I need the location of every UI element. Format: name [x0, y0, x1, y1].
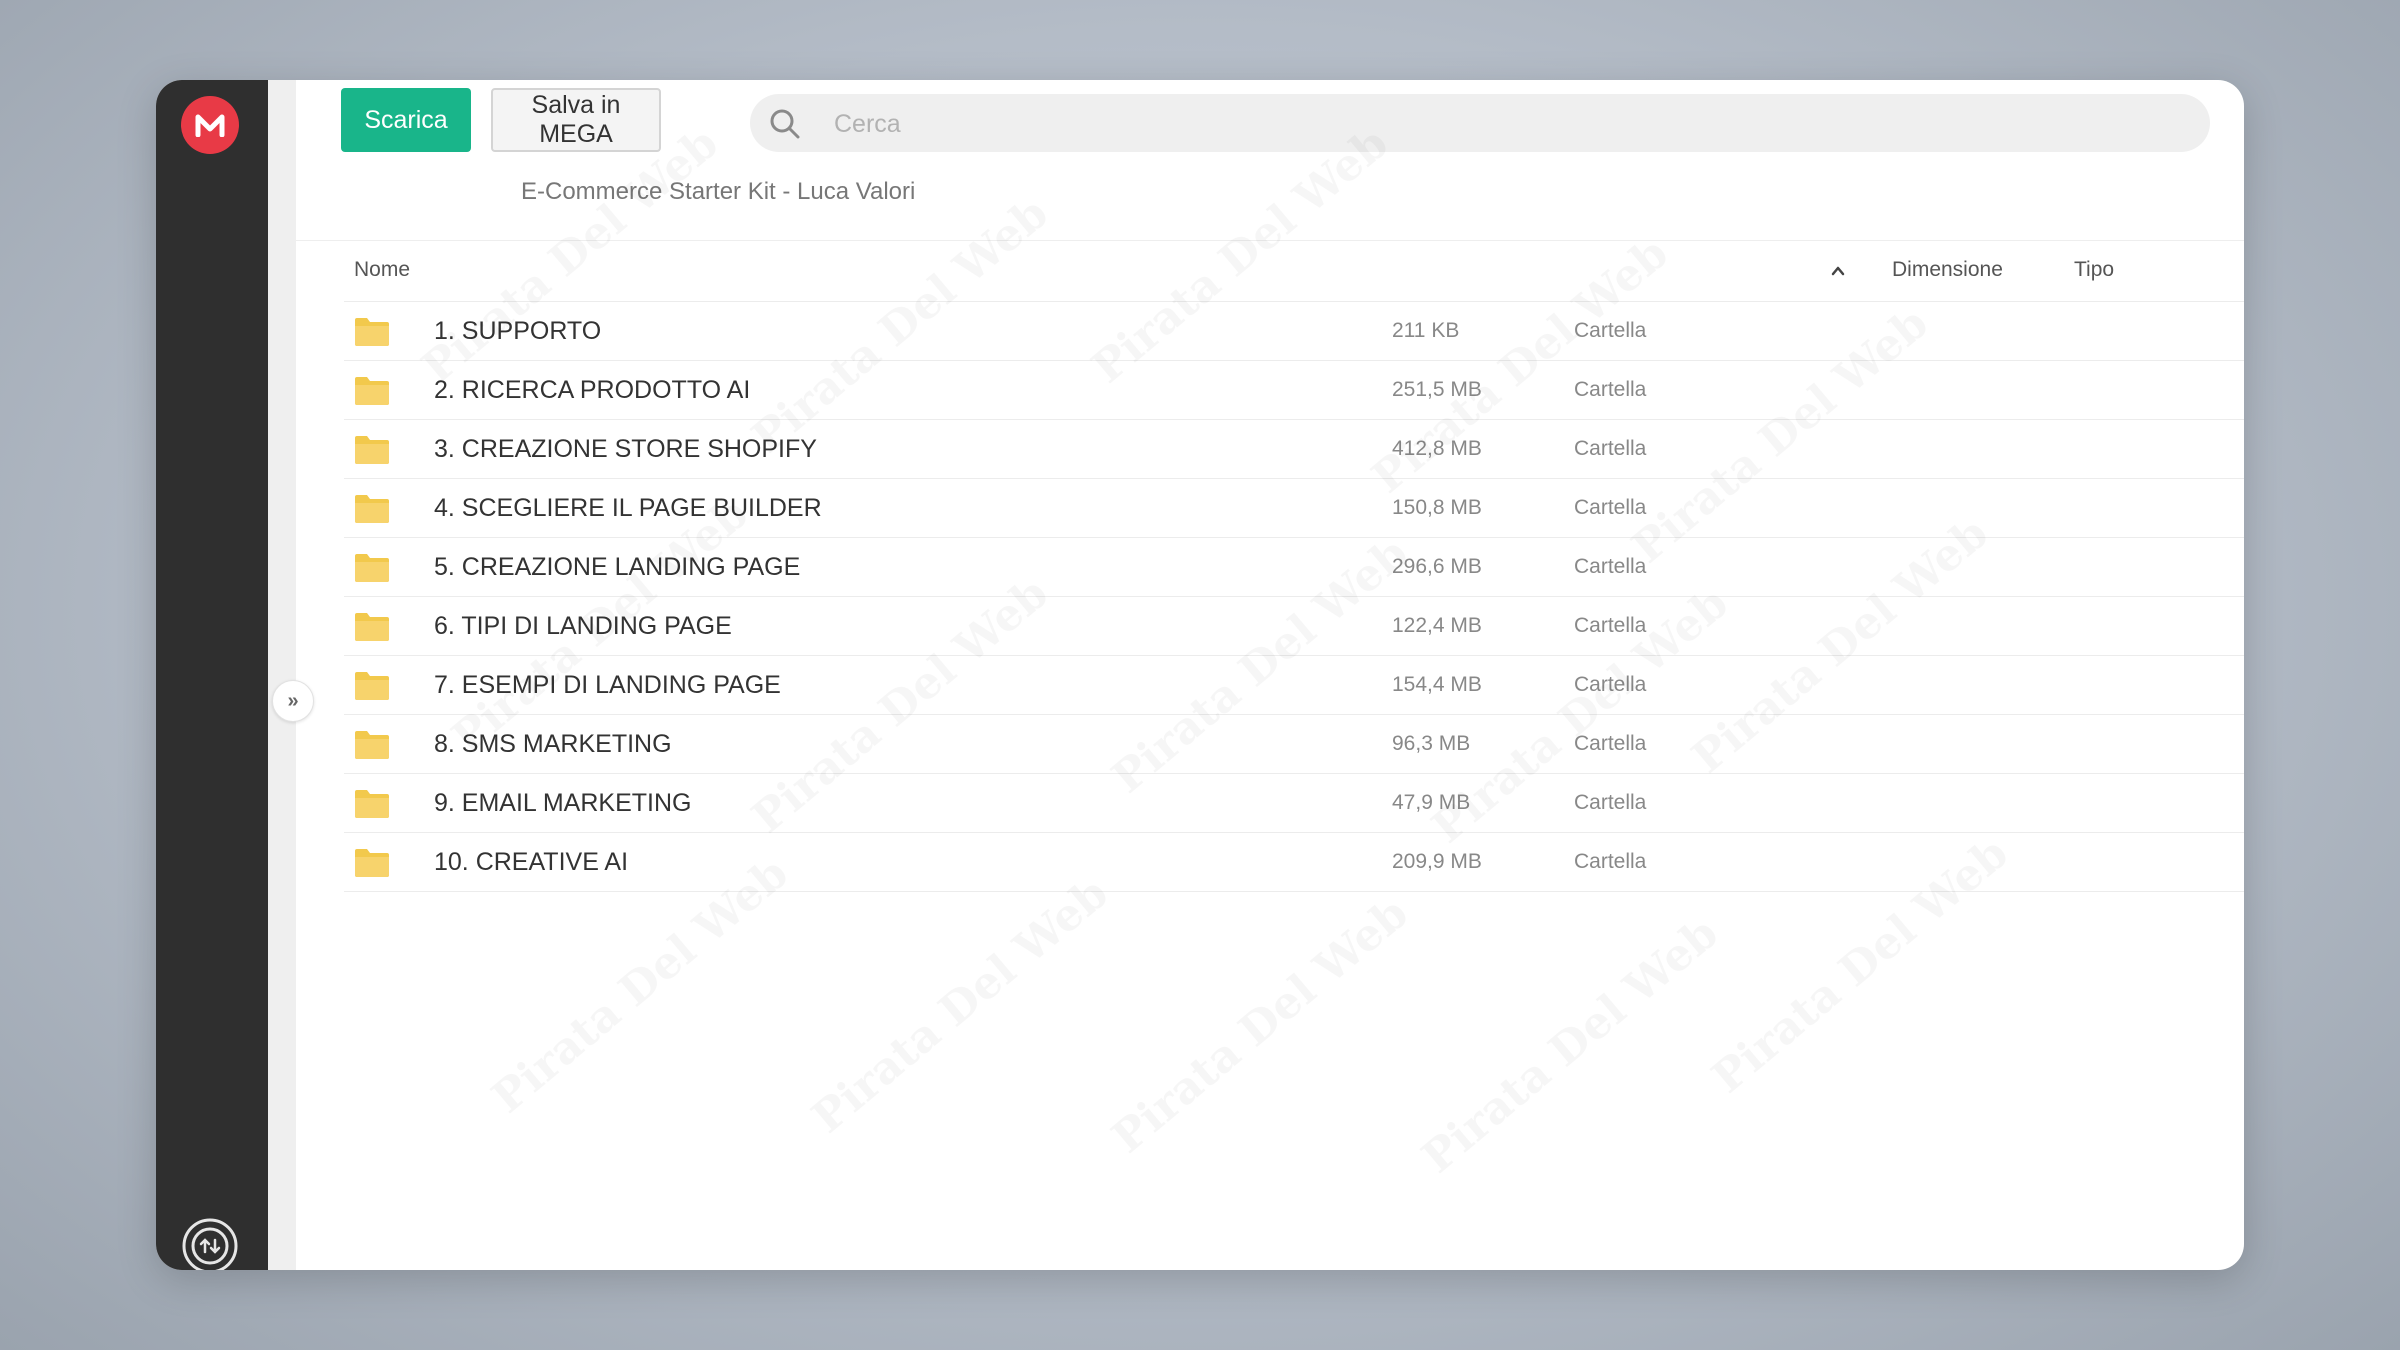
row-type: Cartella [1574, 319, 1647, 342]
table-row[interactable]: 10. CREATIVE AI 209,9 MB Cartella [344, 833, 2244, 892]
app-window: » Scarica Salva in MEGA E-Commerce Start… [156, 80, 2244, 1270]
row-size: 412,8 MB [1392, 437, 1482, 460]
row-size: 211 KB [1392, 319, 1460, 342]
column-header-type[interactable]: Tipo [2074, 258, 2114, 282]
row-size: 96,3 MB [1392, 732, 1471, 755]
table-row[interactable]: 2. RICERCA PRODOTTO AI 251,5 MB Cartella [344, 361, 2244, 420]
folder-icon [355, 495, 389, 523]
table-row[interactable]: 7. ESEMPI DI LANDING PAGE 154,4 MB Carte… [344, 656, 2244, 715]
sidebar [156, 80, 268, 1270]
file-list: 1. SUPPORTO 211 KB Cartella 2. RICERCA P… [344, 302, 2244, 892]
folder-icon [355, 613, 389, 641]
row-name: 7. ESEMPI DI LANDING PAGE [434, 671, 781, 699]
row-size: 122,4 MB [1392, 614, 1482, 637]
m-glyph [195, 114, 225, 137]
table-row[interactable]: 9. EMAIL MARKETING 47,9 MB Cartella [344, 774, 2244, 833]
row-size: 47,9 MB [1392, 791, 1471, 814]
row-name: 2. RICERCA PRODOTTO AI [434, 376, 751, 404]
watermark-text: Pirata Del Web [803, 868, 1118, 1144]
row-name: 3. CREAZIONE STORE SHOPIFY [434, 435, 817, 463]
row-size: 251,5 MB [1392, 378, 1482, 401]
row-size: 154,4 MB [1392, 673, 1482, 696]
folder-icon [355, 318, 389, 346]
table-row[interactable]: 8. SMS MARKETING 96,3 MB Cartella [344, 715, 2244, 774]
row-type: Cartella [1574, 850, 1647, 873]
column-header-size[interactable]: Dimensione [1892, 258, 2003, 282]
row-type: Cartella [1574, 732, 1647, 755]
transfer-icon[interactable] [180, 1216, 240, 1270]
row-name: 5. CREAZIONE LANDING PAGE [434, 553, 801, 581]
mega-logo-icon[interactable] [181, 96, 239, 154]
watermark-text: Pirata Del Web [1413, 908, 1728, 1184]
row-type: Cartella [1574, 496, 1647, 519]
folder-icon [355, 554, 389, 582]
row-size: 209,9 MB [1392, 850, 1482, 873]
save-to-mega-button[interactable]: Salva in MEGA [491, 88, 661, 152]
row-name: 6. TIPI DI LANDING PAGE [434, 612, 732, 640]
row-name: 10. CREATIVE AI [434, 848, 629, 876]
table-row[interactable]: 1. SUPPORTO 211 KB Cartella [344, 302, 2244, 361]
row-size: 150,8 MB [1392, 496, 1482, 519]
table-row[interactable]: 3. CREAZIONE STORE SHOPIFY 412,8 MB Cart… [344, 420, 2244, 479]
row-type: Cartella [1574, 378, 1647, 401]
download-button[interactable]: Scarica [341, 88, 471, 152]
watermark-text: Pirata Del Web [1103, 888, 1418, 1164]
folder-icon [355, 672, 389, 700]
row-type: Cartella [1574, 673, 1647, 696]
folder-icon [355, 436, 389, 464]
folder-icon [355, 377, 389, 405]
search-icon [770, 109, 800, 139]
row-name: 4. SCEGLIERE IL PAGE BUILDER [434, 494, 822, 522]
breadcrumb[interactable]: E-Commerce Starter Kit - Luca Valori [521, 178, 915, 206]
folder-icon [355, 790, 389, 818]
folder-icon [355, 731, 389, 759]
row-name: 1. SUPPORTO [434, 317, 602, 345]
column-header-name[interactable]: Nome [354, 258, 410, 282]
row-name: 9. EMAIL MARKETING [434, 789, 692, 817]
row-type: Cartella [1574, 791, 1647, 814]
row-type: Cartella [1574, 614, 1647, 637]
expand-sidebar-button[interactable]: » [272, 680, 314, 722]
table-row[interactable]: 6. TIPI DI LANDING PAGE 122,4 MB Cartell… [344, 597, 2244, 656]
double-chevron-right-icon: » [287, 689, 299, 712]
toolbar-divider [296, 240, 2244, 241]
row-size: 296,6 MB [1392, 555, 1482, 578]
chevron-up-icon[interactable] [1829, 262, 1847, 280]
search-input[interactable] [832, 94, 2136, 154]
folder-icon [355, 849, 389, 877]
row-type: Cartella [1574, 555, 1647, 578]
row-name: 8. SMS MARKETING [434, 730, 672, 758]
search-bar[interactable] [750, 94, 2210, 154]
row-type: Cartella [1574, 437, 1647, 460]
table-row[interactable]: 5. CREAZIONE LANDING PAGE 296,6 MB Carte… [344, 538, 2244, 597]
sidebar-gutter [268, 80, 296, 1270]
table-row[interactable]: 4. SCEGLIERE IL PAGE BUILDER 150,8 MB Ca… [344, 479, 2244, 538]
